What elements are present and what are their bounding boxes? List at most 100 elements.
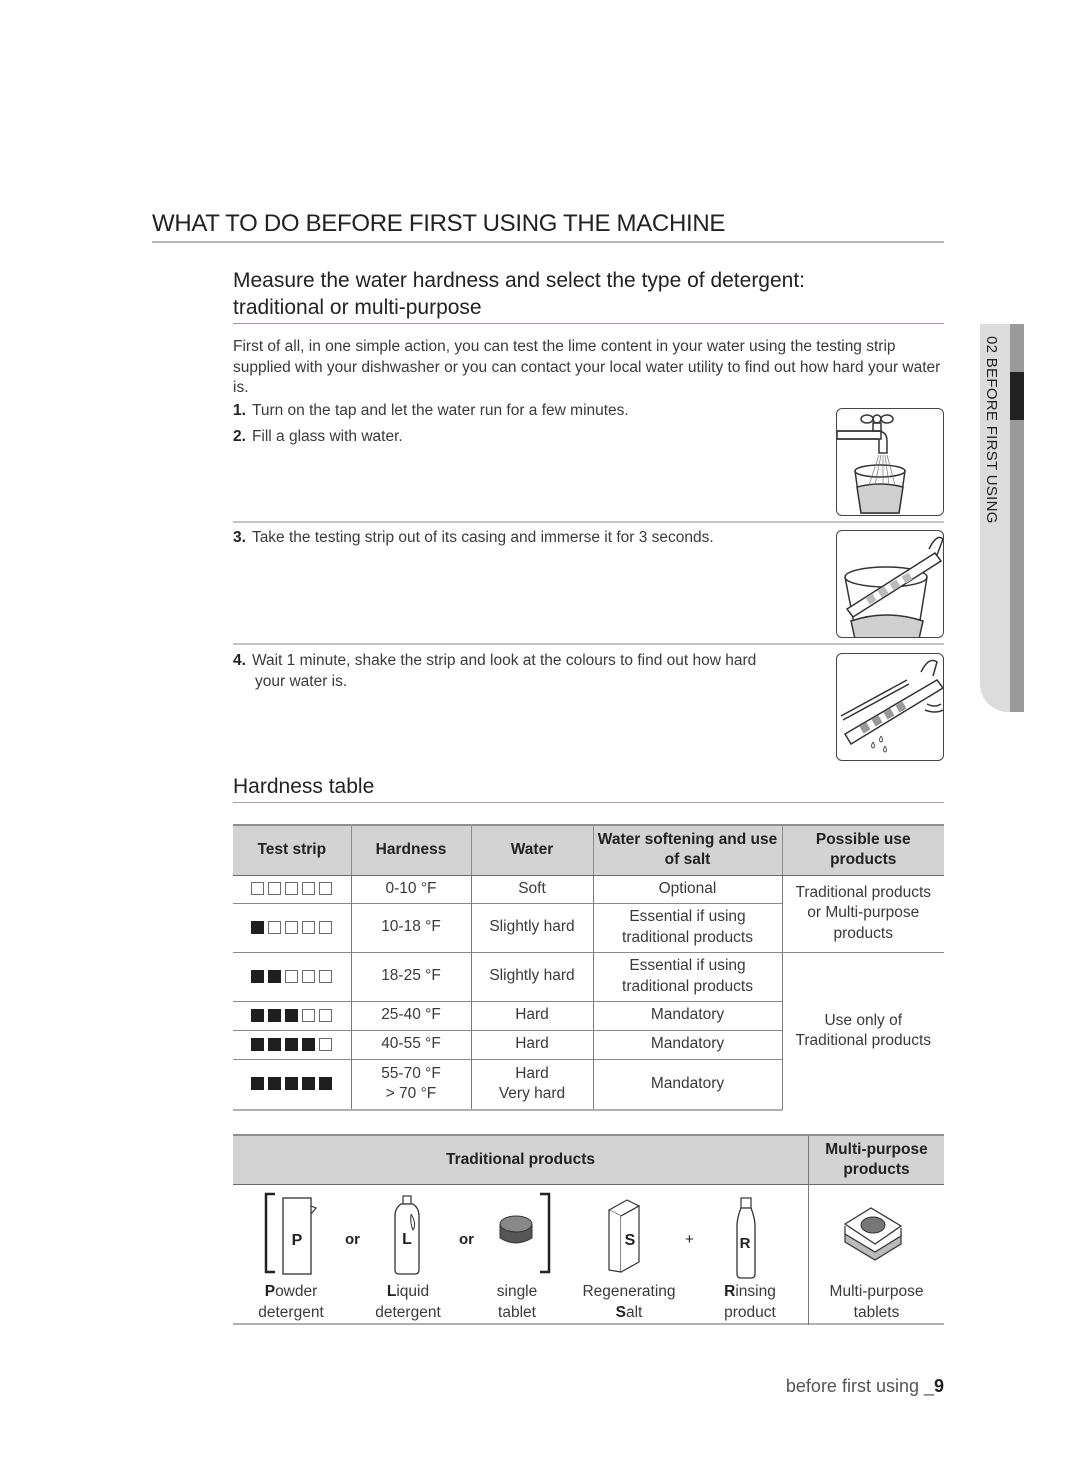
hardness-table-header: Test strip Hardness Water Water softenin…	[233, 824, 944, 876]
svg-text:L: L	[402, 1231, 412, 1248]
strip-square-empty	[285, 920, 299, 934]
softening-line: traditional products	[622, 928, 753, 946]
header-multipurpose-products: Multi-purpose products	[809, 1136, 944, 1185]
hardness-value: 18-25 °F	[350, 951, 471, 1001]
softening-value: Essential if using traditional products	[592, 902, 782, 952]
strip-square-filled	[302, 1077, 316, 1091]
softening-value: Mandatory	[592, 1000, 782, 1030]
softening-value: Optional	[592, 874, 782, 903]
water-type: Soft	[470, 874, 593, 903]
regenerating-salt-icon: S	[607, 1199, 641, 1273]
strip-square-empty	[319, 969, 333, 983]
water-type: Hard	[470, 1029, 593, 1059]
step-2: 2. Fill a glass with water.	[233, 427, 813, 448]
svg-text:R: R	[740, 1235, 751, 1252]
product-label-tablet: single tablet	[496, 1283, 538, 1321]
strip-square-empty	[285, 969, 299, 983]
water-line: Hard	[515, 1064, 549, 1082]
softening-value: Essential if using traditional products	[592, 951, 782, 1001]
page-footer: before first using _9	[786, 1376, 944, 1397]
test-strip	[251, 882, 333, 896]
hardness-value: 0-10 °F	[350, 874, 471, 903]
header-softening: Water softening and use of salt	[592, 824, 782, 876]
svg-text:S: S	[625, 1232, 636, 1249]
page-number: 9	[933, 1376, 944, 1396]
liquid-detergent-icon: L	[394, 1195, 420, 1275]
strip-in-glass-icon	[836, 530, 944, 638]
step-4: 4. Wait 1 minute, shake the strip and loo…	[233, 651, 813, 692]
step-text: Take the testing strip out of its casing…	[251, 529, 714, 546]
strip-square-empty	[302, 920, 316, 934]
header-products: Possible use products	[781, 824, 944, 876]
step-number: 4.	[233, 652, 246, 669]
strip-square-filled	[251, 1077, 265, 1091]
section-title: Measure the water hardness and select th…	[233, 267, 944, 324]
step-3: 3. Take the testing strip out of its casi…	[233, 528, 813, 549]
svg-text:P: P	[292, 1232, 303, 1249]
tap-filling-glass-icon	[836, 408, 944, 516]
water-type: Hard Very hard	[470, 1058, 593, 1111]
section-title-line2: traditional or multi-purpose	[233, 296, 482, 319]
test-strip	[251, 1077, 333, 1091]
strip-square-empty	[268, 882, 282, 896]
product-label-powder: Powder detergent	[258, 1283, 324, 1321]
page-title: WHAT TO DO BEFORE FIRST USING THE MACHIN…	[152, 210, 944, 243]
strip-square-empty	[268, 920, 282, 934]
water-type: Slightly hard	[470, 951, 593, 1001]
products-line: Traditional products	[795, 1032, 932, 1050]
strip-square-filled	[251, 1037, 265, 1051]
plus-label: +	[685, 1231, 694, 1248]
strip-square-filled	[268, 1008, 282, 1022]
strip-square-empty	[302, 1008, 316, 1022]
test-strip	[251, 1037, 333, 1051]
header-line: Multi-purpose	[825, 1141, 928, 1158]
softening-line: Essential if using	[629, 908, 746, 925]
hardness-value: 25-40 °F	[350, 1000, 471, 1030]
hardness-line: 55-70 °F	[381, 1064, 441, 1082]
powder-detergent-icon: P	[282, 1197, 317, 1275]
product-label-rinsing: Rinsing product	[724, 1283, 776, 1321]
water-type: Slightly hard	[470, 902, 593, 952]
table-row: 0-10 °F Soft Optional Traditional produc…	[233, 874, 944, 953]
hardness-value: 55-70 °F > 70 °F	[350, 1058, 471, 1111]
hardness-table-title: Hardness table	[233, 774, 944, 803]
right-bracket-icon	[540, 1192, 551, 1274]
strip-square-empty	[302, 882, 316, 896]
products-line: products	[833, 924, 893, 942]
strip-square-filled	[302, 1037, 316, 1051]
strip-square-filled	[268, 969, 282, 983]
step-divider	[233, 643, 944, 645]
strip-square-empty	[319, 882, 333, 896]
product-label-multipurpose: Multi-purpose tablets	[829, 1283, 924, 1321]
step-text: Turn on the tap and let the water run fo…	[251, 402, 629, 419]
product-label-salt: Regenerating Salt	[582, 1283, 676, 1321]
left-bracket-icon	[264, 1192, 275, 1274]
rinsing-product-icon: R	[736, 1197, 756, 1279]
step-text-line2: your water is.	[255, 672, 348, 690]
step-number: 1.	[233, 402, 246, 419]
strip-square-empty	[319, 1008, 333, 1022]
water-line: Very hard	[498, 1085, 566, 1103]
step-text: Fill a glass with water.	[251, 428, 403, 445]
header-line: products	[843, 1161, 910, 1178]
softening-line: Essential if using	[629, 957, 746, 974]
header-traditional-products: Traditional products	[233, 1136, 808, 1185]
product-label-liquid: Liquid detergent	[375, 1283, 441, 1321]
hardness-value: 40-55 °F	[350, 1029, 471, 1059]
header-test-strip: Test strip	[233, 824, 351, 876]
step-text-line1: Wait 1 minute, shake the strip and look …	[251, 652, 757, 669]
hardness-line: > 70 °F	[385, 1085, 437, 1103]
water-type: Hard	[470, 1000, 593, 1030]
softening-line: traditional products	[622, 977, 753, 995]
step-number: 3.	[233, 529, 246, 546]
test-strip	[251, 1008, 333, 1022]
softening-value: Mandatory	[592, 1058, 782, 1111]
strip-square-filled	[319, 1077, 333, 1091]
strip-square-filled	[251, 1008, 265, 1022]
step-1: 1. Turn on the tap and let the water run …	[233, 401, 813, 422]
strip-square-filled	[251, 920, 265, 934]
shake-strip-icon	[836, 653, 944, 761]
products-line: or Multi-purpose	[807, 904, 920, 922]
possible-products: Traditional products or Multi-purpose pr…	[781, 874, 944, 953]
test-strip	[251, 969, 333, 983]
